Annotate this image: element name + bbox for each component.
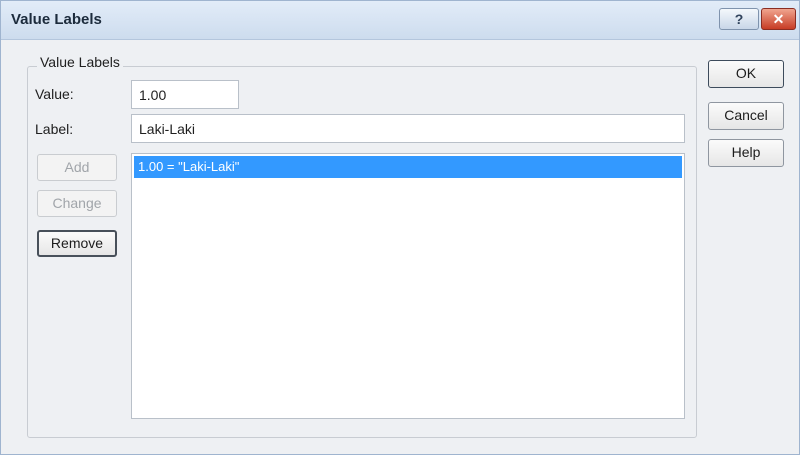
value-labels-dialog: Value Labels ? ✕ Value Labels Value: 1.0… [0, 0, 800, 455]
value-labels-listbox[interactable]: 1.00 = "Laki-Laki" [131, 153, 685, 419]
context-help-button[interactable]: ? [719, 8, 759, 30]
title-bar[interactable]: Value Labels ? ✕ [1, 1, 799, 40]
value-field-label: Value: [35, 86, 74, 102]
change-button[interactable]: Change [37, 190, 117, 217]
dialog-title: Value Labels [11, 11, 102, 28]
remove-button[interactable]: Remove [37, 230, 117, 257]
value-input[interactable]: 1.00 [131, 80, 239, 109]
cancel-button[interactable]: Cancel [708, 102, 784, 130]
close-button[interactable]: ✕ [761, 8, 796, 30]
groupbox-title: Value Labels [37, 54, 123, 70]
list-item-selected[interactable]: 1.00 = "Laki-Laki" [134, 156, 682, 178]
dialog-client-area: Value Labels Value: 1.00 Label: Laki-Lak… [1, 40, 799, 454]
ok-button[interactable]: OK [708, 60, 784, 88]
question-mark-icon: ? [734, 11, 744, 27]
label-field-label: Label: [35, 121, 74, 137]
add-button[interactable]: Add [37, 154, 117, 181]
close-icon: ✕ [772, 11, 785, 27]
label-input[interactable]: Laki-Laki [131, 114, 685, 143]
help-button[interactable]: Help [708, 139, 784, 167]
